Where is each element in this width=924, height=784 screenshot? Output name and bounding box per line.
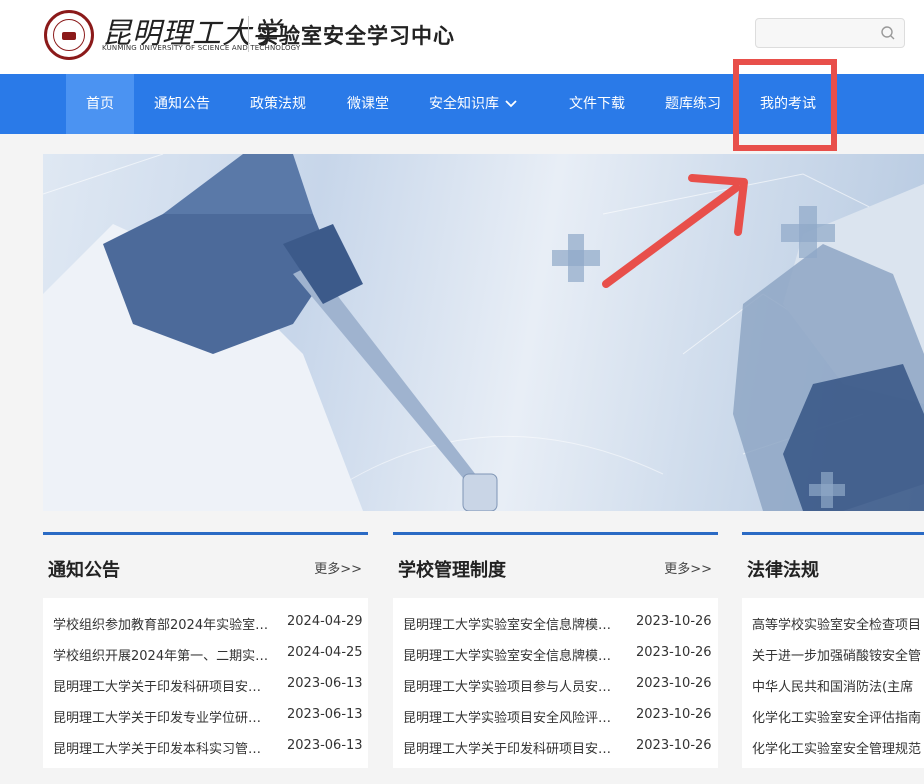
list-item[interactable]: 昆明理工大学关于印发本科实习管… 2023-06-13	[53, 738, 363, 758]
list-item[interactable]: 昆明理工大学关于印发科研项目安… 2023-10-26	[403, 738, 712, 758]
nav-notices[interactable]: 通知公告	[145, 74, 219, 134]
nav-question-bank[interactable]: 题库练习	[656, 74, 730, 134]
hero-banner-image[interactable]	[43, 154, 924, 511]
nav-knowledge-base[interactable]: 安全知识库	[420, 74, 526, 134]
panel-school-rules: 学校管理制度 更多>> 昆明理工大学实验室安全信息牌模… 2023-10-26 昆…	[393, 532, 718, 784]
panel-notices: 通知公告 更多>> 学校组织参加教育部2024年实验室… 2024-04-29 学…	[43, 532, 368, 784]
nav-policies[interactable]: 政策法规	[241, 74, 315, 134]
more-link[interactable]: 更多>>	[664, 558, 712, 577]
panel-title: 通知公告	[48, 560, 120, 581]
list-item[interactable]: 昆明理工大学关于印发专业学位研… 2023-06-13	[53, 707, 363, 727]
list-item[interactable]: 中华人民共和国消防法(主席	[752, 676, 924, 696]
list-item[interactable]: 高等学校实验室安全检查项目	[752, 614, 924, 634]
chevron-down-icon	[505, 74, 517, 134]
search-box[interactable]	[755, 18, 905, 48]
list-item[interactable]: 昆明理工大学实验室安全信息牌模… 2023-10-26	[403, 614, 712, 634]
list-item[interactable]: 昆明理工大学实验项目安全风险评… 2023-10-26	[403, 707, 712, 727]
list-item[interactable]: 昆明理工大学关于印发科研项目安… 2023-06-13	[53, 676, 363, 696]
list-item[interactable]: 化学化工实验室安全管理规范	[752, 738, 924, 758]
list-item[interactable]: 昆明理工大学实验项目参与人员安… 2023-10-26	[403, 676, 712, 696]
notice-list: 学校组织参加教育部2024年实验室… 2024-04-29 学校组织开展2024年…	[43, 598, 368, 768]
lab-scene-illustration	[43, 154, 924, 511]
panel-laws: 法律法规 高等学校实验室安全检查项目 关于进一步加强硝酸铵安全管 中华人民共和国…	[742, 532, 924, 784]
annotation-highlight-box	[733, 59, 837, 151]
header-divider	[248, 16, 249, 52]
list-item[interactable]: 学校组织开展2024年第一、二期实… 2024-04-25	[53, 645, 363, 665]
search-icon[interactable]	[880, 25, 896, 45]
nav-downloads[interactable]: 文件下载	[560, 74, 634, 134]
list-item[interactable]: 昆明理工大学实验室安全信息牌模… 2023-10-26	[403, 645, 712, 665]
more-link[interactable]: 更多>>	[314, 558, 362, 577]
list-item[interactable]: 关于进一步加强硝酸铵安全管	[752, 645, 924, 665]
list-item[interactable]: 学校组织参加教育部2024年实验室… 2024-04-29	[53, 614, 363, 634]
university-seal-logo[interactable]	[44, 10, 94, 60]
search-input[interactable]	[756, 19, 874, 47]
nav-micro-class[interactable]: 微课堂	[338, 74, 398, 134]
nav-home[interactable]: 首页	[66, 74, 134, 134]
panel-title: 学校管理制度	[398, 560, 506, 581]
list-item[interactable]: 化学化工实验室安全评估指南	[752, 707, 924, 727]
site-title: 实验室安全学习中心	[257, 24, 455, 48]
annotation-arrow-icon	[602, 174, 748, 288]
rules-list: 昆明理工大学实验室安全信息牌模… 2023-10-26 昆明理工大学实验室安全信息…	[393, 598, 718, 768]
laws-list: 高等学校实验室安全检查项目 关于进一步加强硝酸铵安全管 中华人民共和国消防法(主…	[742, 598, 924, 768]
panel-title: 法律法规	[747, 560, 819, 581]
